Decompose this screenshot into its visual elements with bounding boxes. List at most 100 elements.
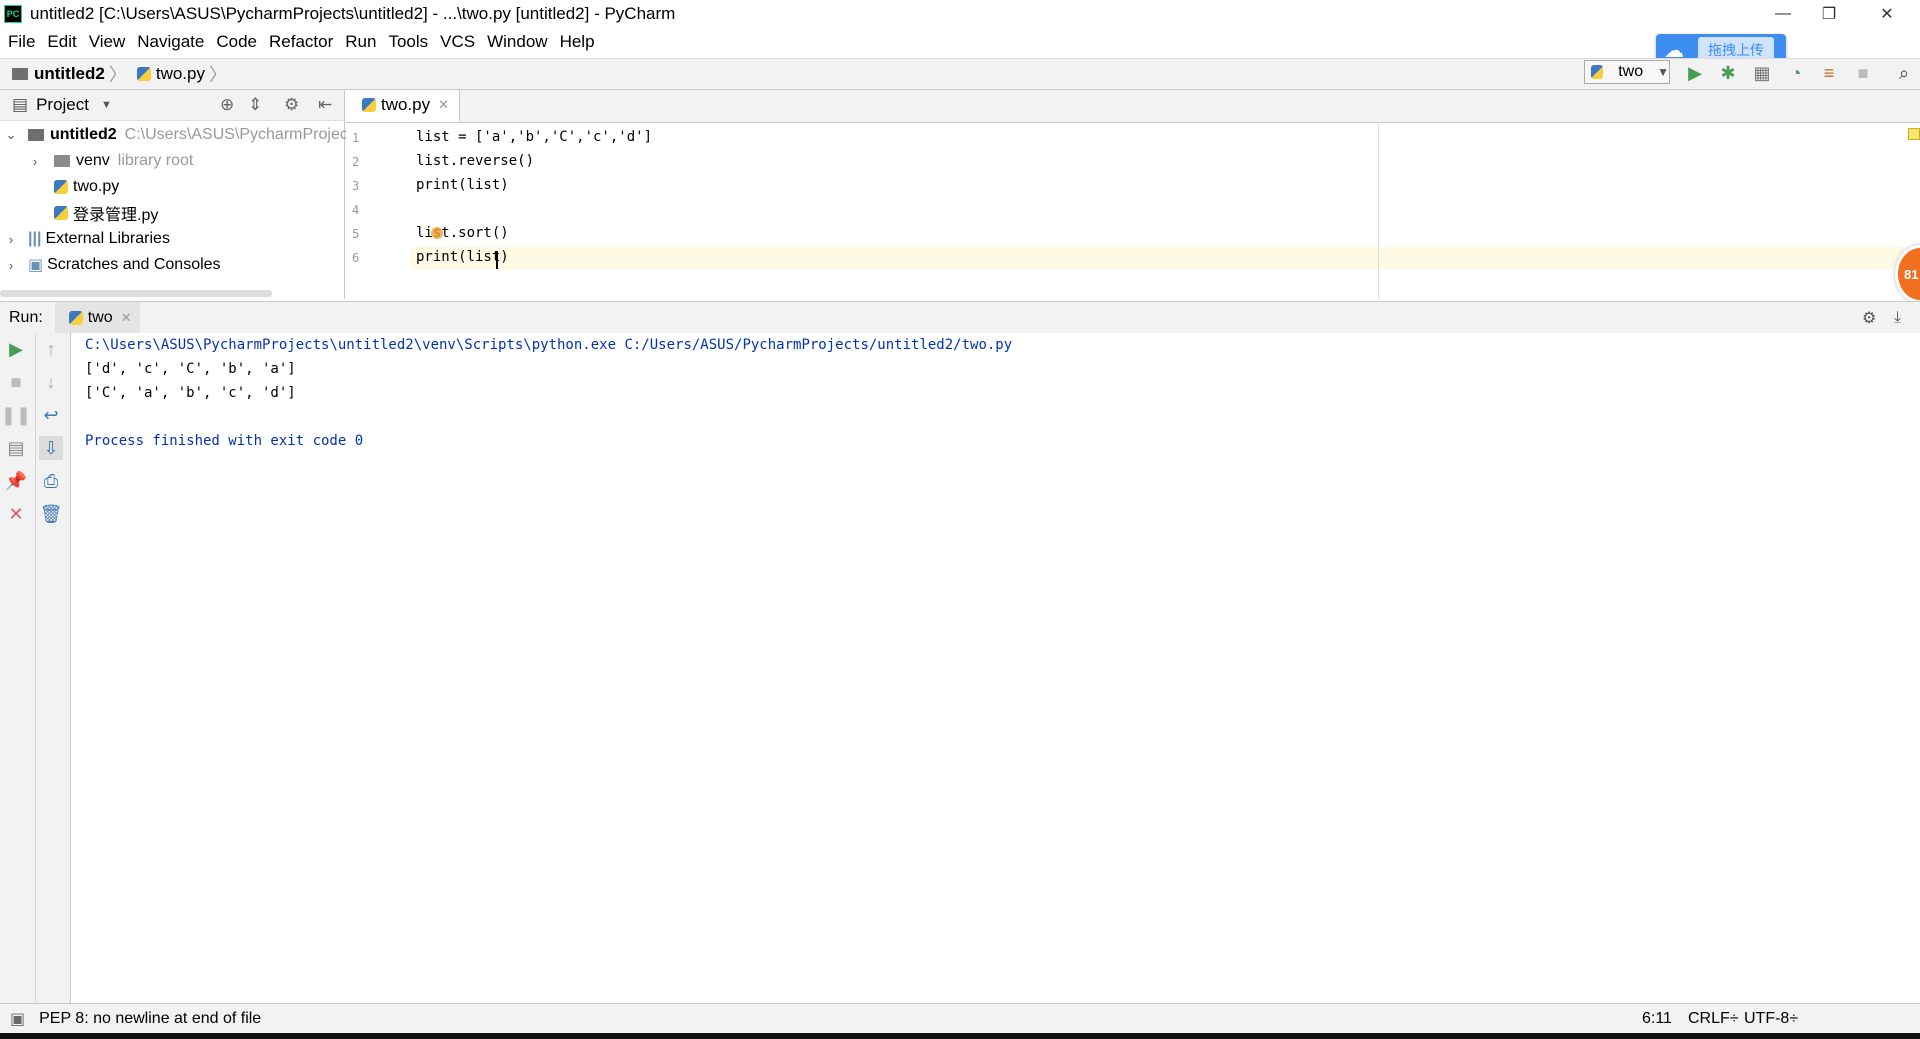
menu-tools[interactable]: Tools bbox=[388, 32, 428, 52]
tree-item-label: 登录管理.py bbox=[73, 207, 159, 224]
chevron-right-icon: › bbox=[8, 231, 14, 247]
profile-icon[interactable]: ◔ bbox=[1785, 62, 1807, 84]
breadcrumb-separator: 〉 bbox=[208, 65, 227, 85]
file-encoding[interactable]: UTF-8÷ bbox=[1744, 1010, 1798, 1028]
breadcrumb-project-label: untitled2 bbox=[34, 64, 105, 83]
arrow-down-icon[interactable]: ↓ bbox=[39, 370, 63, 394]
code-editor[interactable]: list = ['a','b','C','c','d'] list.revers… bbox=[410, 123, 1904, 299]
breadcrumb-file[interactable]: two.py bbox=[131, 64, 205, 84]
menu-edit[interactable]: Edit bbox=[47, 32, 76, 52]
chevron-down-icon: ⌄ bbox=[5, 127, 17, 142]
line-number: 4 bbox=[352, 203, 360, 217]
console-line: ['d', 'c', 'C', 'b', 'a'] bbox=[85, 361, 296, 377]
tree-item-hint: library root bbox=[117, 152, 194, 169]
menu-refactor[interactable]: Refactor bbox=[269, 32, 333, 52]
chevron-down-icon[interactable]: ▼ bbox=[101, 99, 112, 111]
breadcrumb-project[interactable]: untitled2 bbox=[0, 64, 105, 84]
line-number: 6 bbox=[352, 251, 360, 265]
cloud-icon: ☁ bbox=[1664, 39, 1684, 62]
hide-panel-icon[interactable]: ⇤ bbox=[318, 95, 332, 115]
scroll-to-end-icon[interactable]: ⇩ bbox=[39, 436, 63, 460]
trash-icon[interactable]: 🗑 bbox=[39, 502, 63, 526]
menu-run[interactable]: Run bbox=[345, 32, 376, 52]
restore-layout-icon[interactable]: ▤ bbox=[4, 436, 28, 460]
current-line-highlight bbox=[410, 247, 1904, 269]
pause-icon[interactable]: ❚❚ bbox=[1, 403, 31, 427]
rerun-icon[interactable]: ▶ bbox=[4, 337, 28, 361]
print-icon[interactable]: ⎙ bbox=[39, 469, 63, 493]
gear-icon[interactable]: ⚙ bbox=[1862, 308, 1876, 328]
stop-icon[interactable]: ■ bbox=[1852, 62, 1874, 84]
hide-panel-icon[interactable]: ⤓ bbox=[1894, 309, 1901, 327]
run-toolbar: ▶ ■ ❚❚ ▤ 📌 ✕ ↑ ↓ ↩ ⇩ ⎙ 🗑 bbox=[0, 333, 71, 1003]
menu-vcs[interactable]: VCS bbox=[440, 32, 475, 52]
tree-item-label: External Libraries bbox=[45, 230, 170, 247]
tree-item-untitled2[interactable]: ⌄ untitled2 C:\Users\ASUS\PycharmProjec bbox=[4, 123, 348, 147]
maximize-button[interactable]: ❐ bbox=[1800, 0, 1858, 28]
coverage-icon[interactable]: ▦ bbox=[1751, 62, 1773, 84]
run-configuration-select[interactable]: two ▼ bbox=[1584, 60, 1670, 84]
editor-gutter: 1 2 3 4 5 6 bbox=[346, 123, 410, 299]
console-line: Process finished with exit code 0 bbox=[85, 433, 364, 449]
run-tab-two[interactable]: two ✕ bbox=[54, 302, 140, 334]
tree-item-label: untitled2 bbox=[50, 126, 117, 143]
tree-item-venv[interactable]: › venv library root bbox=[28, 149, 194, 173]
menu-window[interactable]: Window bbox=[487, 32, 547, 52]
soft-wrap-icon[interactable]: ↩ bbox=[39, 403, 63, 427]
code-line: print(list) bbox=[416, 249, 509, 265]
close-icon[interactable]: ✕ bbox=[4, 502, 28, 526]
project-panel-header: ▤ Project ▼ ⊕ ⇕ ⚙ ⇤ bbox=[0, 90, 344, 121]
menu-code[interactable]: Code bbox=[216, 32, 257, 52]
title-bar: PC untitled2 [C:\Users\ASUS\PycharmProje… bbox=[0, 0, 1920, 28]
run-icon[interactable]: ▶ bbox=[1684, 62, 1706, 84]
project-view-icon: ▤ bbox=[12, 95, 29, 114]
inspection-status-icon[interactable] bbox=[1908, 128, 1920, 140]
collapse-all-icon[interactable]: ⇕ bbox=[248, 95, 262, 115]
line-number: 5 bbox=[352, 227, 360, 241]
library-icon: ||| bbox=[28, 230, 42, 247]
folder-icon bbox=[28, 129, 44, 141]
tree-item-two-py[interactable]: two.py bbox=[48, 175, 119, 199]
arrow-up-icon[interactable]: ↑ bbox=[39, 337, 63, 361]
line-number: 1 bbox=[352, 131, 360, 145]
code-line: list = ['a','b','C','c','d'] bbox=[416, 129, 653, 145]
concurrency-icon[interactable]: ≡ bbox=[1818, 62, 1840, 84]
close-tab-icon[interactable]: ✕ bbox=[121, 310, 132, 326]
run-console[interactable]: C:\Users\ASUS\PycharmProjects\untitled2\… bbox=[72, 333, 1920, 1003]
python-icon bbox=[1591, 65, 1604, 79]
pin-tab-icon[interactable]: 📌 bbox=[4, 469, 28, 493]
run-panel-label: Run: bbox=[9, 309, 43, 326]
menu-help[interactable]: Help bbox=[560, 32, 595, 52]
menu-file[interactable]: File bbox=[8, 32, 35, 52]
status-bar: ▣ PEP 8: no newline at end of file 6:11 … bbox=[0, 1003, 1920, 1034]
scratches-icon: ▣ bbox=[28, 257, 44, 274]
python-file-icon bbox=[136, 67, 151, 81]
stop-icon[interactable]: ■ bbox=[4, 370, 28, 394]
caret-position[interactable]: 6:11 bbox=[1642, 1010, 1672, 1028]
tool-windows-icon[interactable]: ▣ bbox=[10, 1009, 25, 1029]
run-config-label: two bbox=[1618, 63, 1644, 80]
horizontal-scrollbar[interactable] bbox=[0, 290, 272, 297]
tree-item-external-libraries[interactable]: › ||| External Libraries bbox=[4, 227, 170, 251]
menu-view[interactable]: View bbox=[89, 32, 126, 52]
locate-icon[interactable]: ⊕ bbox=[220, 95, 234, 115]
tab-two-py[interactable]: two.py ✕ bbox=[346, 90, 461, 122]
tree-item-scratches[interactable]: › ▣ Scratches and Consoles bbox=[4, 253, 221, 277]
tree-item-label: two.py bbox=[73, 178, 120, 195]
tree-item-login-py[interactable]: 登录管理.py bbox=[48, 201, 158, 225]
menu-navigate[interactable]: Navigate bbox=[137, 32, 204, 52]
menu-bar: File Edit View Navigate Code Refactor Ru… bbox=[0, 28, 1920, 56]
gear-icon[interactable]: ⚙ bbox=[284, 95, 299, 115]
chevron-down-icon: ▼ bbox=[1657, 65, 1669, 79]
window-title: untitled2 [C:\Users\ASUS\PycharmProjects… bbox=[30, 4, 676, 23]
run-tab-label: two bbox=[87, 309, 113, 326]
line-number: 2 bbox=[352, 155, 360, 169]
intention-bulb-icon[interactable] bbox=[431, 227, 443, 239]
line-separator[interactable]: CRLF÷ bbox=[1688, 1010, 1739, 1028]
close-tab-icon[interactable]: ✕ bbox=[438, 97, 449, 113]
search-everywhere-icon[interactable]: ⌕ bbox=[1893, 62, 1915, 84]
tab-label: two.py bbox=[381, 95, 431, 114]
close-window-button[interactable]: ✕ bbox=[1858, 0, 1916, 28]
debug-icon[interactable]: ✱ bbox=[1717, 62, 1739, 84]
project-view-label[interactable]: Project bbox=[36, 95, 89, 115]
